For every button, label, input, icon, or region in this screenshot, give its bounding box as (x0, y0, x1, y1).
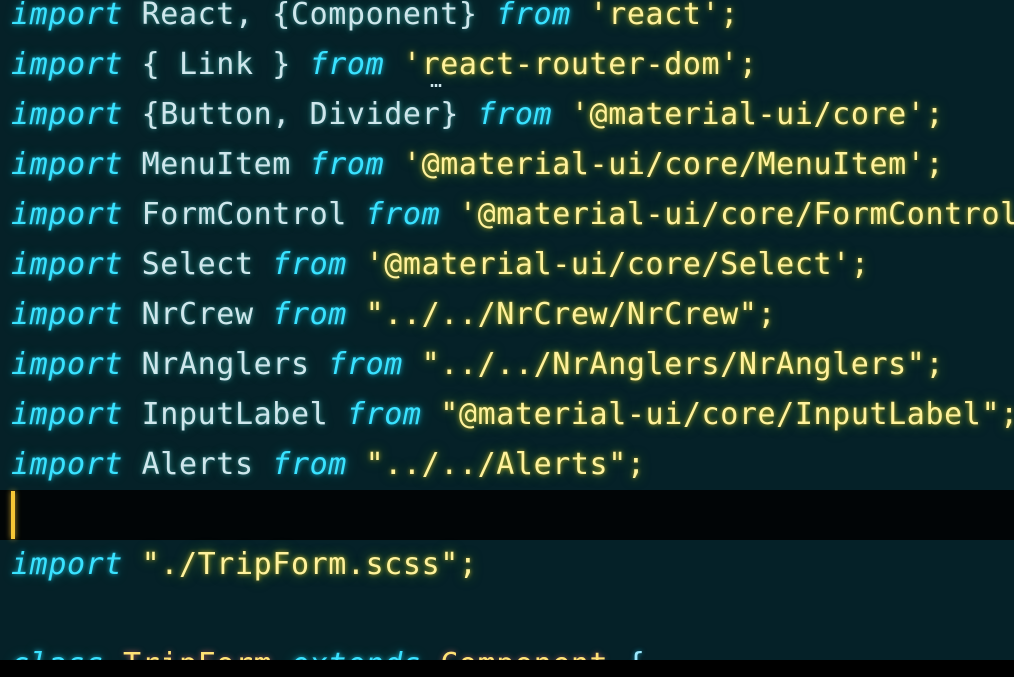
module-path: "./TripForm.scss" (141, 547, 459, 582)
keyword: from (328, 347, 403, 382)
current-line-highlight[interactable] (0, 490, 1014, 540)
code-line-6[interactable]: import Select from '@material-ui/core/Se… (11, 240, 869, 290)
keyword: import (11, 247, 123, 282)
module-path: "../../NrAnglers/NrAnglers" (421, 347, 926, 382)
module-path: '@material-ui/core/FormControl' (458, 197, 1014, 232)
keyword: import (11, 0, 123, 32)
text-cursor (11, 491, 15, 539)
semicolon: ; (925, 347, 945, 382)
module-path: "@material-ui/core/InputLabel" (440, 397, 1001, 432)
code-hint-ellipsis-icon[interactable]: … (430, 68, 443, 92)
keyword: from (309, 47, 385, 82)
keyword: from (272, 297, 347, 332)
code-editor[interactable]: import React, {Component} from 'react'; … (0, 0, 1014, 677)
keyword: from (309, 147, 385, 182)
semicolon: ; (626, 447, 646, 482)
keyword: from (272, 447, 347, 482)
import-specifier: {Button, Divider} (122, 97, 478, 132)
keyword: from (496, 0, 571, 32)
import-specifier: NrAnglers (122, 347, 329, 382)
keyword: import (11, 447, 123, 482)
keyword: from (365, 197, 441, 232)
semicolon: ; (757, 297, 777, 332)
import-specifier: React, {Component} (122, 0, 497, 32)
semicolon: ; (720, 0, 739, 32)
semicolon: ; (1000, 397, 1014, 432)
keyword: import (11, 97, 123, 132)
semicolon: ; (458, 547, 478, 582)
import-specifier: MenuItem (122, 147, 310, 182)
import-specifier: NrCrew (122, 297, 273, 332)
import-specifier: Alerts (122, 447, 273, 482)
keyword: from (272, 247, 347, 282)
import-specifier: Select (122, 247, 273, 282)
code-line-7[interactable]: import NrCrew from "../../NrCrew/NrCrew"… (11, 290, 776, 340)
import-specifier: FormControl (122, 197, 366, 232)
code-line-2[interactable]: import { Link } from 'react-router-dom'; (11, 40, 758, 90)
semicolon: ; (925, 147, 945, 182)
code-line-10[interactable]: import Alerts from "../../Alerts"; (11, 440, 646, 490)
keyword: import (11, 397, 123, 432)
module-path: 'react' (589, 0, 721, 32)
module-path: '@material-ui/core' (570, 97, 926, 132)
code-line-1[interactable]: import React, {Component} from 'react'; (11, 0, 739, 40)
keyword: from (346, 397, 422, 432)
import-specifier: InputLabel (122, 397, 347, 432)
code-line-8[interactable]: import NrAnglers from "../../NrAnglers/N… (11, 340, 944, 390)
code-line-9[interactable]: import InputLabel from "@material-ui/cor… (11, 390, 1014, 440)
editor-bottom-edge (0, 660, 1014, 677)
keyword: import (11, 347, 123, 382)
code-line-4[interactable]: import MenuItem from '@material-ui/core/… (11, 140, 944, 190)
semicolon: ; (925, 97, 945, 132)
module-path: "../../NrCrew/NrCrew" (365, 297, 758, 332)
semicolon: ; (850, 247, 870, 282)
import-specifier: { Link } (122, 47, 310, 82)
keyword: import (11, 47, 123, 82)
module-path: "../../Alerts" (365, 447, 627, 482)
module-path: '@material-ui/core/Select' (365, 247, 851, 282)
keyword: from (477, 97, 553, 132)
keyword: import (11, 147, 123, 182)
semicolon: ; (738, 47, 758, 82)
code-line-5[interactable]: import FormControl from '@material-ui/co… (11, 190, 1014, 240)
module-path: 'react-router-dom' (402, 47, 739, 82)
keyword: import (11, 297, 123, 332)
code-line-12[interactable]: import "./TripForm.scss"; (11, 540, 478, 590)
keyword: import (11, 547, 123, 582)
code-line-3[interactable]: import {Button, Divider} from '@material… (11, 90, 944, 140)
module-path: '@material-ui/core/MenuItem' (402, 147, 926, 182)
keyword: import (11, 197, 123, 232)
